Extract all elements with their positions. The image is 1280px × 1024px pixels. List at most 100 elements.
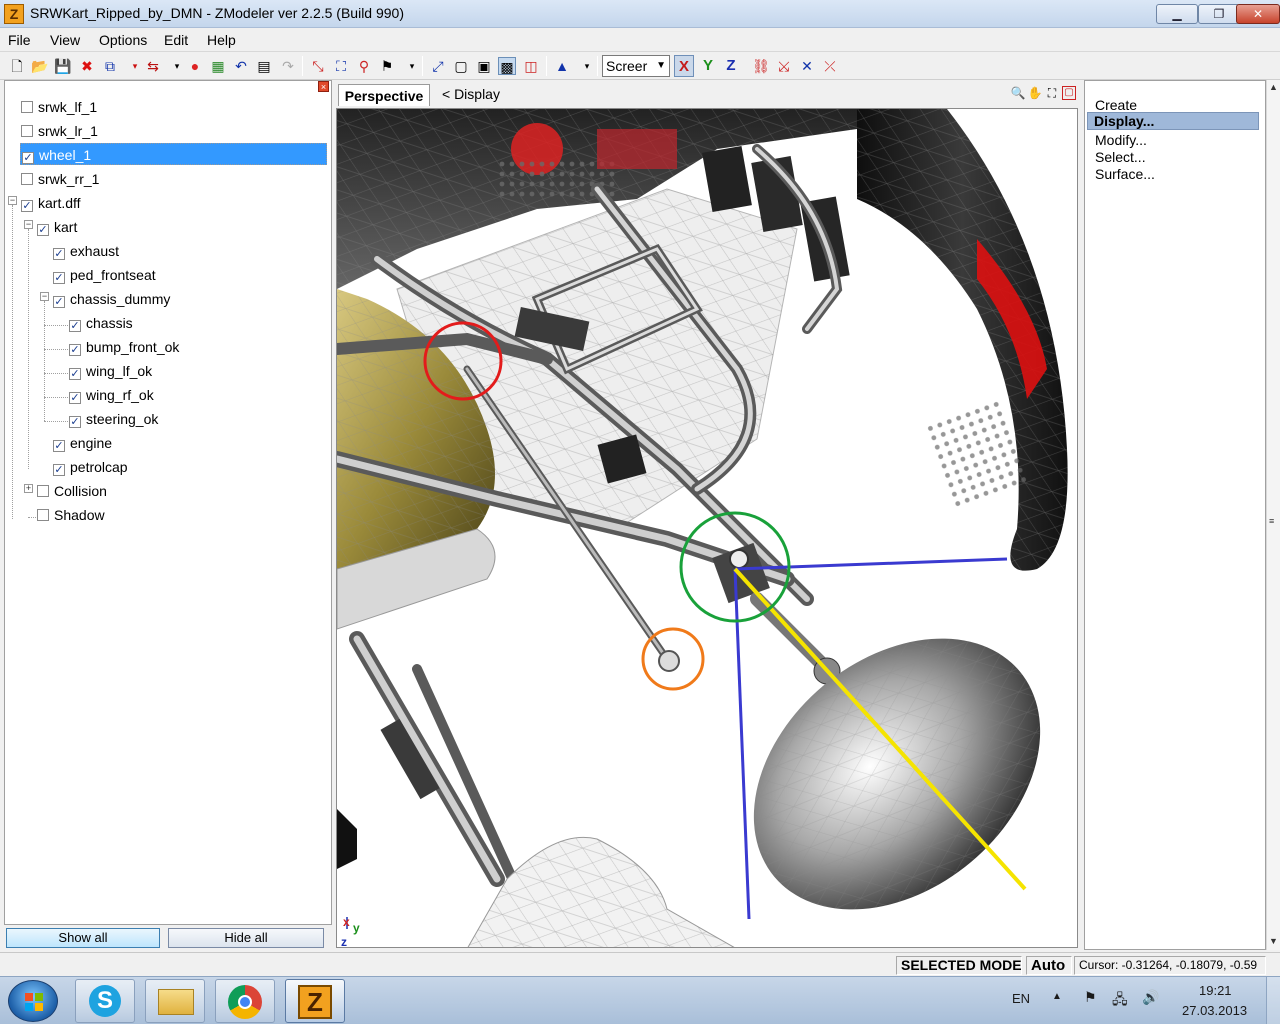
visibility-checkbox[interactable] (21, 200, 33, 212)
tree-item[interactable]: petrolcap (53, 456, 128, 478)
tray-expand-icon[interactable]: ▲ (1052, 991, 1062, 1002)
zoom-icon[interactable]: 🔍 (1010, 85, 1026, 101)
minimize-button[interactable]: ▁ (1156, 4, 1198, 24)
expand-icon[interactable]: + (24, 484, 33, 493)
tree-item[interactable]: chassis_dummy (53, 288, 170, 310)
command-create[interactable]: Create (1095, 97, 1137, 113)
coordinate-space-select[interactable]: Screer ▼ (602, 55, 670, 77)
delete-icon[interactable]: ✖ (78, 57, 96, 75)
axis-dropdown-icon[interactable]: ▾ (578, 57, 596, 75)
select-dropdown-icon[interactable]: ▾ (403, 57, 421, 75)
tree-item[interactable]: engine (53, 432, 112, 454)
face-mode-icon[interactable]: ▢ (452, 57, 470, 75)
group-mode-icon[interactable]: ◫ (522, 57, 540, 75)
command-surface[interactable]: Surface... (1095, 166, 1155, 182)
tree-item[interactable]: exhaust (53, 240, 119, 262)
menu-file[interactable]: File (8, 32, 31, 48)
action-center-flag-icon[interactable]: ⚑ (1084, 989, 1097, 1006)
scroll-thumb-grip-icon[interactable]: ≡ (1269, 516, 1274, 526)
language-indicator[interactable]: EN (1012, 991, 1030, 1006)
tree-item[interactable]: steering_ok (69, 408, 158, 430)
taskbar-skype[interactable]: S (75, 979, 135, 1023)
scale-tool-icon[interactable]: ⤫ (821, 57, 839, 75)
hierarchy-mode-icon[interactable]: ▩ (498, 57, 516, 75)
scroll-up-icon[interactable]: ▲ (1269, 82, 1278, 92)
close-icon[interactable]: × (318, 81, 329, 92)
visibility-checkbox[interactable] (53, 296, 65, 308)
redo-icon[interactable]: ↷ (279, 57, 297, 75)
menu-edit[interactable]: Edit (164, 32, 188, 48)
auto-status[interactable]: Auto (1026, 956, 1072, 975)
collapse-icon[interactable]: − (40, 292, 49, 301)
export-icon[interactable]: ⧉ (101, 57, 119, 75)
import-dropdown-icon[interactable]: ▾ (168, 57, 186, 75)
save-icon[interactable]: 💾 (54, 57, 72, 75)
tree-item[interactable]: Collision (37, 480, 107, 502)
taskbar-zmodeler[interactable]: Z (285, 979, 345, 1023)
command-display[interactable]: Display... (1087, 112, 1259, 130)
command-select[interactable]: Select... (1095, 149, 1146, 165)
notes-icon[interactable]: ▤ (255, 57, 273, 75)
tree-item[interactable]: srwk_rr_1 (21, 168, 99, 190)
pan-hand-icon[interactable]: ✋ (1027, 85, 1043, 101)
tab-perspective[interactable]: Perspective (338, 84, 430, 106)
show-all-button[interactable]: Show all (6, 928, 160, 948)
axis-y-toggle[interactable]: Y (698, 55, 718, 77)
object-mode-icon[interactable]: ▣ (475, 57, 493, 75)
visibility-checkbox[interactable] (69, 344, 81, 356)
start-button[interactable] (8, 980, 58, 1022)
network-icon[interactable]: 🖧 (1112, 989, 1128, 1013)
visibility-checkbox[interactable] (53, 272, 65, 284)
close-button[interactable]: ✕ (1236, 4, 1280, 24)
3d-viewport[interactable]: x y z (336, 108, 1078, 948)
show-desktop-button[interactable] (1266, 977, 1280, 1024)
tree-item[interactable]: wing_rf_ok (69, 384, 154, 406)
axis-icon[interactable]: ▲ (553, 57, 571, 75)
hide-all-button[interactable]: Hide all (168, 928, 324, 948)
menu-view[interactable]: View (50, 32, 80, 48)
volume-icon[interactable]: 🔊 (1142, 989, 1159, 1006)
fit-view-icon[interactable]: ⛶ (1044, 85, 1060, 101)
visibility-checkbox[interactable] (37, 509, 49, 521)
tree-item-selected[interactable]: wheel_1 (20, 143, 327, 165)
tree-item[interactable]: kart.dff (21, 192, 81, 214)
axis-x-toggle[interactable]: X (674, 55, 694, 77)
dropdown-icon[interactable]: ▾ (126, 57, 144, 75)
tree-item[interactable]: ped_frontseat (53, 264, 156, 286)
import-icon[interactable]: ⇆ (144, 57, 162, 75)
texture-icon[interactable]: ▦ (209, 57, 227, 75)
open-folder-icon[interactable]: 📂 (31, 57, 49, 75)
clock-date[interactable]: 27.03.2013 (1182, 1003, 1247, 1018)
menu-help[interactable]: Help (207, 32, 236, 48)
tree-item[interactable]: srwk_lf_1 (21, 96, 97, 118)
select-objects-icon[interactable]: ⚲ (355, 57, 373, 75)
select-polys-icon[interactable]: ⛶ (332, 57, 350, 75)
visibility-checkbox[interactable] (21, 173, 33, 185)
visibility-checkbox[interactable] (53, 464, 65, 476)
collapse-icon[interactable]: − (24, 220, 33, 229)
command-modify[interactable]: Modify... (1095, 132, 1147, 148)
clock-time[interactable]: 19:21 (1199, 983, 1232, 998)
display-breadcrumb[interactable]: < Display (442, 84, 500, 104)
tree-item[interactable]: wing_lf_ok (69, 360, 152, 382)
maximize-viewport-icon[interactable]: ▢ (1062, 86, 1076, 100)
tree-item[interactable]: srwk_lr_1 (21, 120, 98, 142)
visibility-checkbox[interactable] (37, 224, 49, 236)
visibility-checkbox[interactable] (21, 101, 33, 113)
command-panel-scrollbar[interactable]: ▲ ≡ ▼ (1266, 80, 1280, 950)
menu-options[interactable]: Options (99, 32, 147, 48)
new-file-icon[interactable]: 🗋 (8, 57, 26, 75)
tree-item[interactable]: kart (37, 216, 77, 238)
visibility-checkbox[interactable] (69, 320, 81, 332)
tree-item[interactable]: chassis (69, 312, 133, 334)
rotate-tool-icon[interactable]: ✕ (798, 57, 816, 75)
select-mode-icon[interactable]: ⚑ (378, 57, 396, 75)
visibility-checkbox[interactable] (22, 152, 34, 164)
axis-z-toggle[interactable]: Z (721, 55, 741, 77)
taskbar-chrome[interactable] (215, 979, 275, 1023)
scroll-down-icon[interactable]: ▼ (1269, 936, 1278, 946)
collapse-icon[interactable]: − (8, 196, 17, 205)
visibility-checkbox[interactable] (53, 440, 65, 452)
tree-item[interactable]: bump_front_ok (69, 336, 179, 358)
tree-item[interactable]: Shadow (37, 504, 105, 526)
